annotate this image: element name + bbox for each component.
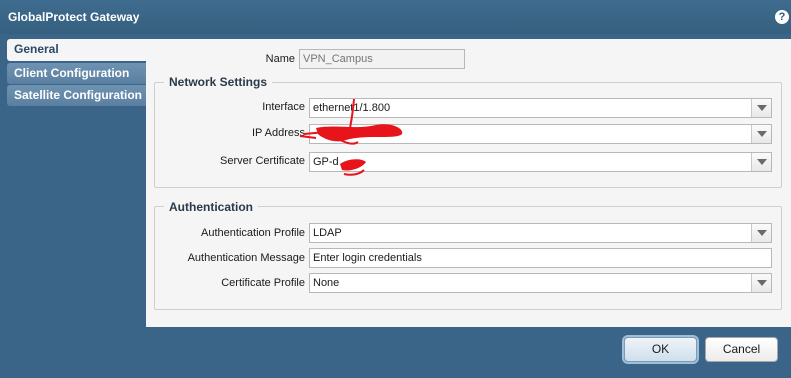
network-settings-legend: Network Settings bbox=[164, 75, 273, 89]
server-certificate-value: GP-d bbox=[313, 156, 339, 168]
server-certificate-label: Server Certificate bbox=[220, 155, 305, 167]
interface-select[interactable]: ethernet1/1.800 bbox=[309, 98, 772, 118]
name-label: Name bbox=[265, 53, 295, 65]
cancel-button[interactable]: Cancel bbox=[705, 337, 778, 362]
ip-address-dropdown-button[interactable] bbox=[751, 125, 771, 143]
authentication-profile-select[interactable]: LDAP bbox=[309, 223, 772, 243]
ok-button[interactable]: OK bbox=[624, 337, 697, 362]
server-certificate-dropdown-button[interactable] bbox=[751, 153, 771, 171]
chevron-down-icon bbox=[757, 230, 767, 236]
interface-label: Interface bbox=[262, 101, 305, 113]
authentication-message-value: Enter login credentials bbox=[313, 252, 422, 264]
help-icon[interactable]: ? bbox=[775, 10, 789, 24]
authentication-profile-value: LDAP bbox=[313, 227, 342, 239]
chevron-down-icon bbox=[757, 131, 767, 137]
authentication-profile-label: Authentication Profile bbox=[201, 227, 305, 239]
tab-general[interactable]: General bbox=[7, 39, 148, 61]
authentication-profile-dropdown-button[interactable] bbox=[751, 224, 771, 242]
certificate-profile-label: Certificate Profile bbox=[221, 277, 305, 289]
chevron-down-icon bbox=[757, 105, 767, 111]
chevron-down-icon bbox=[757, 159, 767, 165]
certificate-profile-dropdown-button[interactable] bbox=[751, 274, 771, 292]
server-certificate-select[interactable]: GP-d bbox=[309, 152, 772, 172]
certificate-profile-value: None bbox=[313, 277, 340, 289]
authentication-message-label: Authentication Message bbox=[187, 252, 305, 264]
name-field[interactable] bbox=[299, 49, 465, 69]
title-bar: GlobalProtect Gateway ? bbox=[0, 0, 791, 34]
tab-satellite-configuration[interactable]: Satellite Configuration bbox=[7, 85, 148, 106]
certificate-profile-select[interactable]: None bbox=[309, 273, 772, 293]
ip-address-select[interactable] bbox=[309, 124, 772, 144]
ip-address-label: IP Address bbox=[252, 127, 305, 139]
general-panel: Name Network Settings Interface ethernet… bbox=[146, 39, 791, 327]
interface-dropdown-button[interactable] bbox=[751, 99, 771, 117]
interface-value: ethernet1/1.800 bbox=[313, 102, 391, 114]
chevron-down-icon bbox=[757, 280, 767, 286]
tab-client-configuration[interactable]: Client Configuration bbox=[7, 63, 148, 84]
authentication-message-field[interactable]: Enter login credentials bbox=[309, 248, 772, 268]
window-title: GlobalProtect Gateway bbox=[8, 10, 140, 24]
authentication-legend: Authentication bbox=[164, 200, 258, 214]
